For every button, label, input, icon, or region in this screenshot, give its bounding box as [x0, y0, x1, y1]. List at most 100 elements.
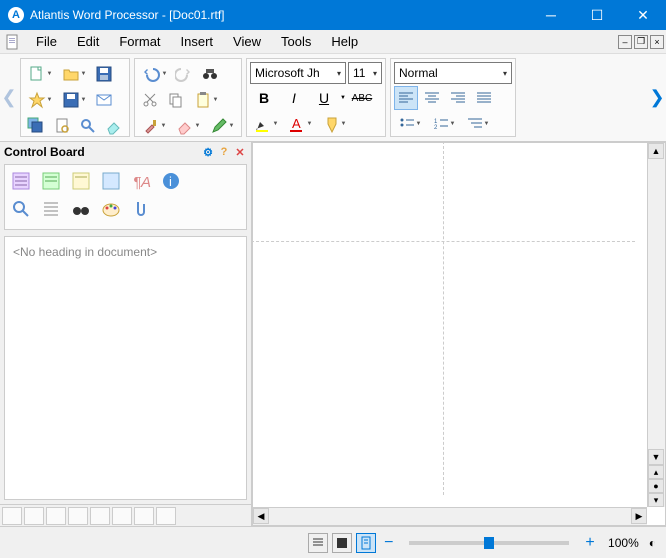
align-left-button[interactable] — [394, 86, 418, 110]
mail-button[interactable] — [92, 88, 116, 112]
undo-button[interactable]: ▼ — [138, 62, 170, 86]
binoculars-button[interactable] — [198, 62, 222, 86]
gear-icon[interactable]: ⚙ — [201, 145, 215, 159]
menu-file[interactable]: File — [26, 32, 67, 51]
cb-headings-icon[interactable] — [9, 169, 33, 193]
numbering-button[interactable]: 12▼ — [428, 112, 460, 136]
font-size-combo[interactable]: 11▾ — [348, 62, 382, 84]
cb-lines-icon[interactable] — [39, 197, 63, 221]
cb-status-3[interactable] — [46, 507, 66, 525]
underline-button[interactable]: U — [310, 86, 338, 110]
menu-edit[interactable]: Edit — [67, 32, 109, 51]
page[interactable] — [252, 142, 635, 495]
menu-tools[interactable]: Tools — [271, 32, 321, 51]
copy-button[interactable] — [164, 88, 188, 112]
contrast-icon[interactable]: ◐ — [649, 536, 656, 550]
mdi-close-button[interactable]: × — [650, 35, 664, 49]
new-button[interactable]: ▼ — [24, 62, 56, 86]
zoom-percent[interactable]: 100% — [603, 536, 639, 550]
cb-status-2[interactable] — [24, 507, 44, 525]
font-name-combo[interactable]: Microsoft Jh▾ — [250, 62, 346, 84]
vertical-scrollbar[interactable]: ▲ ▼ ▴ ● ▾ — [647, 143, 665, 507]
scroll-left-button[interactable]: ◀ — [253, 508, 269, 524]
cb-status-7[interactable] — [134, 507, 154, 525]
minimize-button[interactable]: ─ — [528, 0, 574, 30]
open-button[interactable]: ▼ — [58, 62, 90, 86]
saveall-button[interactable] — [24, 114, 48, 138]
cb-content: <No heading in document> — [4, 236, 247, 500]
cb-status-1[interactable] — [2, 507, 22, 525]
cb-zoom-icon[interactable] — [9, 197, 33, 221]
favorite-button[interactable]: ▼ — [24, 88, 56, 112]
horizontal-scrollbar[interactable]: ◀ ▶ — [253, 507, 647, 525]
strike-button[interactable]: ABC — [348, 86, 376, 110]
scroll-right-button[interactable]: ▶ — [631, 508, 647, 524]
toolbar: ❮ ▼ ▼ ▼ ▼ ▼ — [0, 54, 666, 142]
cb-blue-icon[interactable] — [99, 169, 123, 193]
cb-clip-icon[interactable] — [129, 197, 153, 221]
menu-format[interactable]: Format — [109, 32, 170, 51]
saveas-button[interactable]: ▼ — [58, 88, 90, 112]
prev-page-button[interactable]: ▴ — [648, 465, 664, 479]
toolbar-prev-button[interactable]: ❮ — [0, 54, 18, 141]
close-panel-icon[interactable]: ✕ — [233, 145, 247, 159]
bold-button[interactable]: B — [250, 86, 278, 110]
cb-info-icon[interactable]: i — [159, 169, 183, 193]
menu-view[interactable]: View — [223, 32, 271, 51]
svg-text:2: 2 — [434, 125, 438, 131]
cut-button[interactable] — [138, 88, 162, 112]
save-button[interactable] — [92, 62, 116, 86]
multilevel-button[interactable]: ▼ — [462, 112, 494, 136]
align-center-button[interactable] — [420, 86, 444, 110]
align-right-button[interactable] — [446, 86, 470, 110]
view-print-button[interactable] — [356, 533, 376, 553]
highlight-button[interactable]: ▼ — [250, 112, 282, 136]
eraser2-button[interactable]: ▼ — [172, 114, 204, 138]
style-combo[interactable]: Normal▾ — [394, 62, 512, 84]
cb-status-4[interactable] — [68, 507, 88, 525]
zoom-minus-button[interactable]: − — [380, 534, 397, 552]
pen-button[interactable]: ▼ — [206, 114, 238, 138]
close-button[interactable]: ✕ — [620, 0, 666, 30]
next-page-button[interactable]: ▾ — [648, 493, 664, 507]
cb-font-icon[interactable]: ¶A — [129, 169, 153, 193]
mdi-restore-button[interactable]: ❐ — [634, 35, 648, 49]
view-normal-button[interactable] — [332, 533, 352, 553]
paste-button[interactable]: ▼ — [190, 88, 222, 112]
maximize-button[interactable]: ☐ — [574, 0, 620, 30]
document-canvas[interactable]: ▲ ▼ ▴ ● ▾ ◀ ▶ — [252, 142, 666, 526]
cb-green-icon[interactable] — [39, 169, 63, 193]
zoom-plus-button[interactable]: + — [581, 534, 598, 552]
cb-binoculars-icon[interactable] — [69, 197, 93, 221]
menu-help[interactable]: Help — [321, 32, 368, 51]
control-board-title: Control Board — [4, 145, 85, 159]
scroll-up-button[interactable]: ▲ — [648, 143, 664, 159]
help-icon[interactable]: ? — [217, 145, 231, 159]
find-button[interactable] — [76, 114, 100, 138]
mdi-minimize-button[interactable]: – — [618, 35, 632, 49]
toolbar-next-button[interactable]: ❯ — [648, 54, 666, 141]
margin-guide-vertical — [443, 142, 444, 495]
bullets-button[interactable]: ▼ — [394, 112, 426, 136]
titlebar: A Atlantis Word Processor - [Doc01.rtf] … — [0, 0, 666, 30]
cb-status-8[interactable] — [156, 507, 176, 525]
menubar: File Edit Format Insert View Tools Help … — [0, 30, 666, 54]
scroll-down-button[interactable]: ▼ — [648, 449, 664, 465]
brush-button[interactable]: ▼ — [138, 114, 170, 138]
italic-button[interactable]: I — [280, 86, 308, 110]
fontcolor-button[interactable]: A▼ — [284, 112, 316, 136]
zoom-slider[interactable] — [409, 541, 569, 545]
cb-yellow-icon[interactable] — [69, 169, 93, 193]
svg-text:A: A — [292, 116, 301, 131]
eraser-button[interactable] — [102, 114, 126, 138]
redo-button[interactable] — [172, 62, 196, 86]
menu-insert[interactable]: Insert — [171, 32, 224, 51]
preview-button[interactable] — [50, 114, 74, 138]
browse-object-button[interactable]: ● — [648, 479, 664, 493]
cb-status-5[interactable] — [90, 507, 110, 525]
cb-status-6[interactable] — [112, 507, 132, 525]
cb-palette-icon[interactable] — [99, 197, 123, 221]
formatpainter-button[interactable]: ▼ — [318, 112, 350, 136]
align-justify-button[interactable] — [472, 86, 496, 110]
view-draft-button[interactable] — [308, 533, 328, 553]
